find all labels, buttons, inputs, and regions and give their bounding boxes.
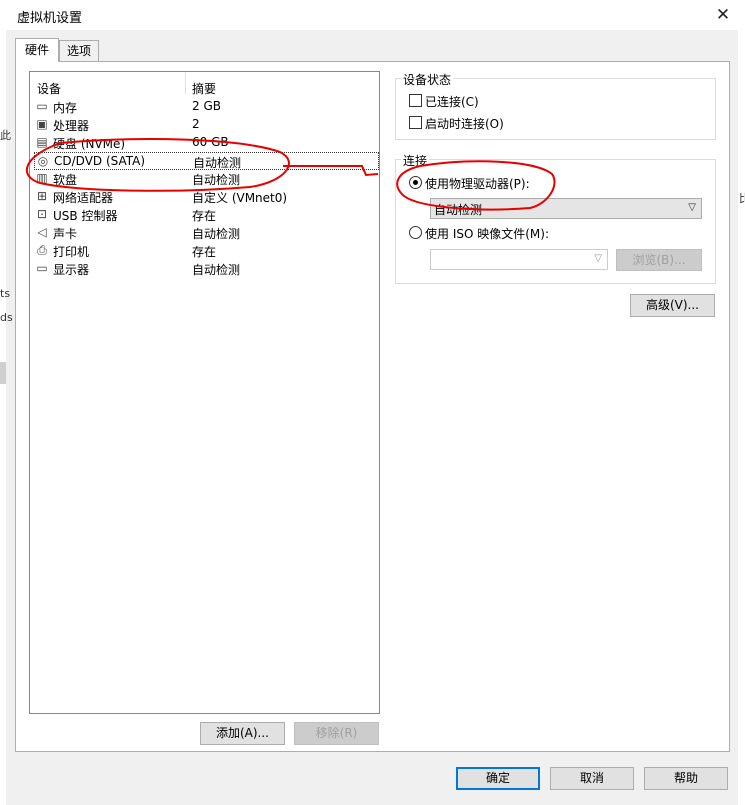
iso-image-path-select[interactable]: ▽ bbox=[430, 249, 608, 270]
chevron-down-icon: ▽ bbox=[688, 202, 696, 213]
cd-dvd-icon: ◎ bbox=[37, 154, 49, 168]
device-row-floppy[interactable]: ▥ 软盘 自动检测 bbox=[34, 170, 374, 188]
hard-disk-icon: ▤ bbox=[36, 135, 48, 149]
physical-drive-select[interactable]: 自动检测 ▽ bbox=[430, 198, 702, 219]
tab-hardware[interactable]: 硬件 bbox=[15, 38, 59, 62]
help-button[interactable]: 帮助 bbox=[644, 767, 728, 790]
device-row-display[interactable]: ▭ 显示器 自动检测 bbox=[34, 260, 374, 278]
device-name: USB 控制器 bbox=[53, 209, 118, 223]
device-name: 打印机 bbox=[53, 245, 90, 259]
device-row-hard-disk[interactable]: ▤ 硬盘 (NVMe) 60 GB bbox=[34, 134, 374, 152]
device-summary: 2 GB bbox=[192, 99, 221, 113]
column-separator bbox=[185, 72, 186, 94]
cancel-button[interactable]: 取消 bbox=[550, 767, 634, 790]
device-name: 硬盘 (NVMe) bbox=[53, 137, 126, 151]
background-window-right bbox=[738, 30, 745, 805]
iso-image-label[interactable]: 使用 ISO 映像文件(M): bbox=[425, 225, 549, 242]
iso-image-radio[interactable] bbox=[409, 226, 422, 239]
title-bar: 虚拟机设置 ✕ bbox=[0, 0, 745, 30]
advanced-button[interactable]: 高级(V)... bbox=[630, 294, 715, 317]
connect-at-power-on-label[interactable]: 启动时连接(O) bbox=[425, 115, 504, 132]
connected-checkbox[interactable] bbox=[409, 94, 422, 107]
device-name: 显示器 bbox=[53, 263, 90, 277]
background-scroll-fragment bbox=[0, 362, 6, 384]
column-header-summary[interactable]: 摘要 bbox=[192, 80, 216, 96]
device-summary: 2 bbox=[192, 117, 200, 131]
background-fragment: 比 bbox=[739, 192, 745, 205]
device-name: 内存 bbox=[53, 101, 78, 115]
device-name: 处理器 bbox=[53, 119, 90, 133]
device-row-sound-card[interactable]: ◁ 声卡 自动检测 bbox=[34, 224, 374, 242]
device-name: 声卡 bbox=[53, 227, 78, 241]
background-fragment: ds bbox=[0, 311, 13, 324]
device-summary: 存在 bbox=[192, 245, 217, 259]
background-fragment: ts bbox=[0, 287, 11, 300]
device-row-memory[interactable]: ▭ 内存 2 GB bbox=[34, 98, 374, 116]
device-summary: 自动检测 bbox=[192, 173, 241, 187]
close-icon[interactable]: ✕ bbox=[712, 4, 734, 26]
device-row-printer[interactable]: ⎙ 打印机 存在 bbox=[34, 242, 374, 260]
device-summary: 自定义 (VMnet0) bbox=[192, 191, 288, 205]
tab-options[interactable]: 选项 bbox=[59, 40, 99, 61]
device-name: 软盘 bbox=[53, 173, 78, 187]
ok-button[interactable]: 确定 bbox=[456, 767, 540, 790]
display-icon: ▭ bbox=[36, 261, 48, 275]
connect-at-power-on-checkbox[interactable] bbox=[409, 116, 422, 129]
physical-drive-value: 自动检测 bbox=[434, 203, 483, 217]
background-fragment: 此 bbox=[0, 129, 11, 142]
background-window-left bbox=[0, 30, 6, 805]
device-row-processor[interactable]: ▣ 处理器 2 bbox=[34, 116, 374, 134]
browse-button[interactable]: 浏览(B)... bbox=[616, 249, 702, 271]
add-device-button[interactable]: 添加(A)... bbox=[200, 722, 285, 745]
device-status-label: 设备状态 bbox=[401, 71, 454, 88]
device-summary: 自动检测 bbox=[192, 227, 241, 241]
device-summary: 自动检测 bbox=[193, 156, 242, 170]
physical-drive-radio[interactable] bbox=[409, 176, 422, 189]
device-list[interactable]: 设备 摘要 ▭ 内存 2 GB ▣ 处理器 2 ▤ 硬盘 (NVMe) 60 G… bbox=[29, 71, 380, 714]
device-summary: 60 GB bbox=[192, 135, 229, 149]
sound-card-icon: ◁ bbox=[37, 225, 47, 239]
device-row-usb-controller[interactable]: ⊡ USB 控制器 存在 bbox=[34, 206, 374, 224]
device-name: 网络适配器 bbox=[53, 191, 114, 205]
connected-label[interactable]: 已连接(C) bbox=[425, 93, 479, 110]
cpu-icon: ▣ bbox=[36, 117, 48, 131]
column-header-device[interactable]: 设备 bbox=[37, 80, 61, 96]
window-title: 虚拟机设置 bbox=[17, 11, 83, 26]
network-adapter-icon: ⊞ bbox=[36, 189, 48, 203]
printer-icon: ⎙ bbox=[37, 243, 47, 257]
device-summary: 存在 bbox=[192, 209, 217, 223]
device-row-cd-dvd[interactable]: ◎ CD/DVD (SATA) 自动检测 bbox=[34, 152, 379, 170]
floppy-icon: ▥ bbox=[36, 171, 48, 185]
device-name: CD/DVD (SATA) bbox=[54, 154, 146, 168]
usb-icon: ⊡ bbox=[36, 207, 48, 221]
connection-label: 连接 bbox=[401, 152, 430, 169]
memory-icon: ▭ bbox=[36, 99, 48, 113]
chevron-down-icon: ▽ bbox=[594, 253, 602, 264]
physical-drive-label[interactable]: 使用物理驱动器(P): bbox=[425, 175, 530, 192]
device-row-network-adapter[interactable]: ⊞ 网络适配器 自定义 (VMnet0) bbox=[34, 188, 374, 206]
device-summary: 自动检测 bbox=[192, 263, 241, 277]
remove-device-button[interactable]: 移除(R) bbox=[294, 722, 379, 745]
